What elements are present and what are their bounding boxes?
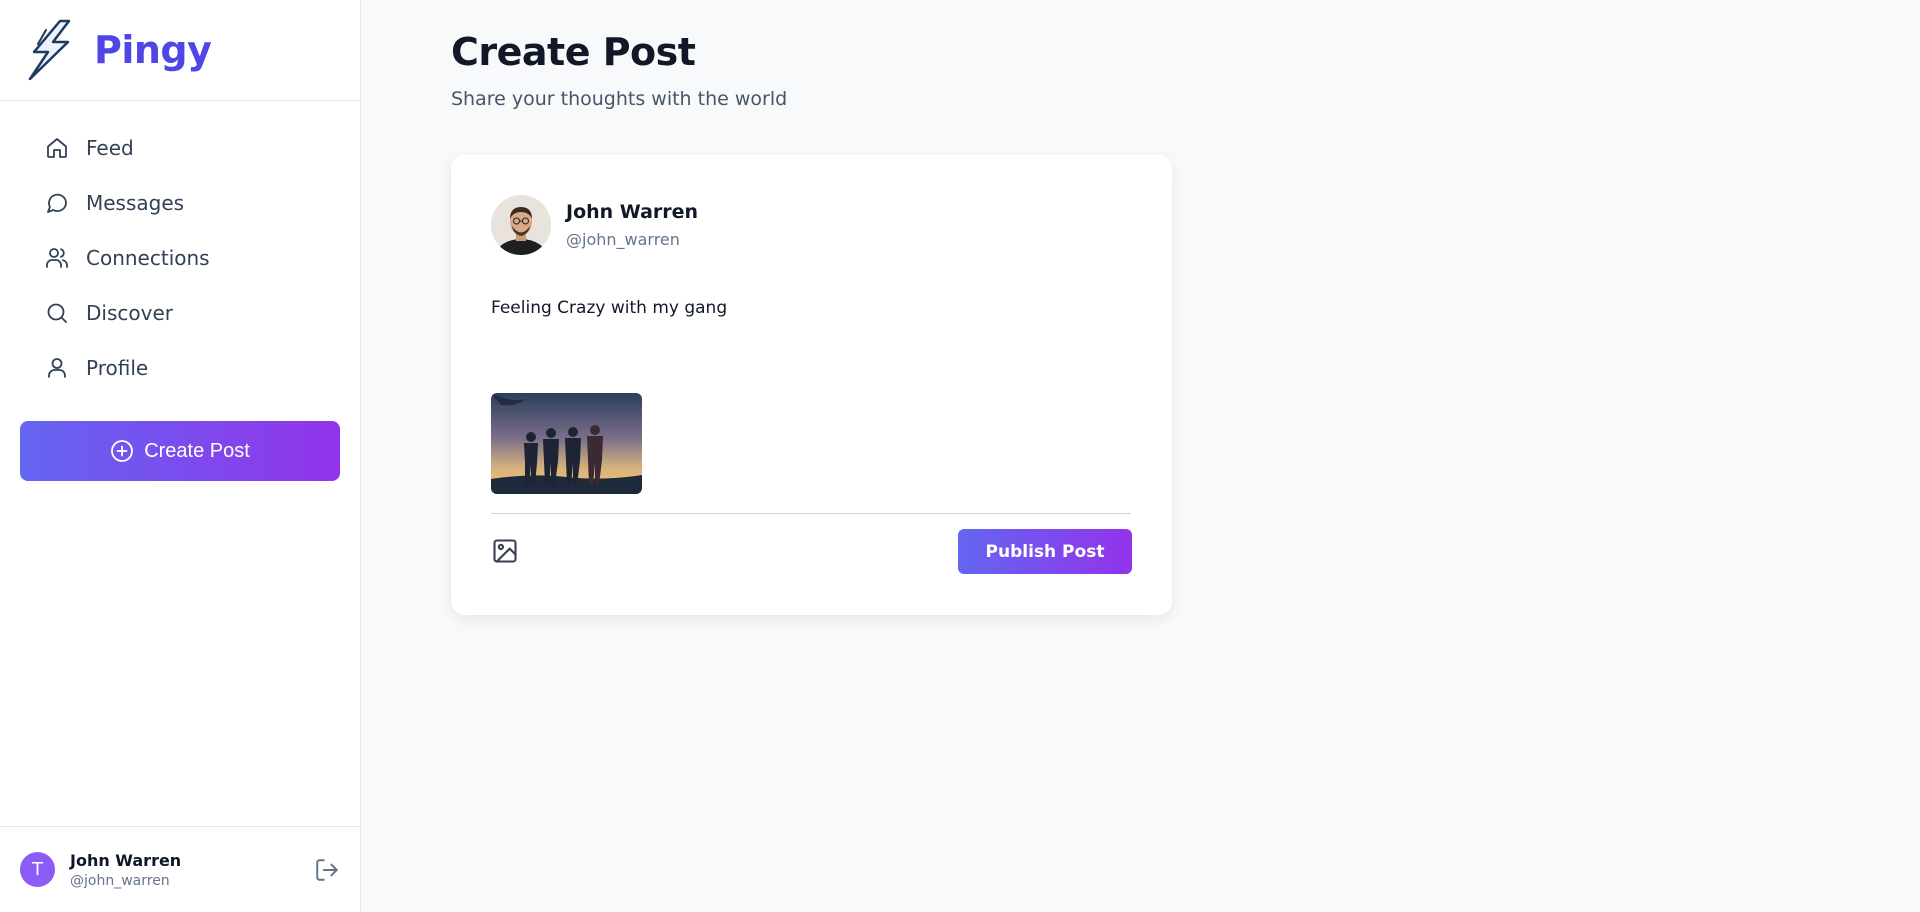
sidebar-item-label: Discover xyxy=(86,300,173,325)
divider xyxy=(491,513,1131,514)
post-image-preview[interactable] xyxy=(491,393,642,494)
group-silhouette-photo xyxy=(491,393,642,494)
main-content: Create Post Share your thoughts with the… xyxy=(361,0,1920,912)
sidebar: Pingy Feed Messages Connections Discover… xyxy=(0,0,361,912)
sidebar-item-label: Feed xyxy=(86,135,134,160)
sidebar-item-profile[interactable]: Profile xyxy=(0,340,360,395)
sidebar-nav: Feed Messages Connections Discover Profi… xyxy=(0,101,360,395)
author-name: John Warren xyxy=(566,201,699,223)
sidebar-item-messages[interactable]: Messages xyxy=(0,175,360,230)
user-info: John Warren @john_warren xyxy=(70,851,181,889)
create-post-button[interactable]: Create Post xyxy=(20,421,340,481)
search-icon xyxy=(44,300,70,326)
publish-post-button[interactable]: Publish Post xyxy=(958,529,1132,574)
brand[interactable]: Pingy xyxy=(0,0,360,101)
app-root: Pingy Feed Messages Connections Discover… xyxy=(0,0,1920,912)
page-title: Create Post xyxy=(451,30,696,74)
sidebar-item-label: Profile xyxy=(86,355,149,380)
user-icon xyxy=(44,355,70,381)
lightning-bolt-icon xyxy=(28,19,71,81)
sidebar-item-discover[interactable]: Discover xyxy=(0,285,360,340)
image-icon[interactable] xyxy=(491,537,519,565)
plus-circle-icon xyxy=(111,440,134,462)
author-avatar[interactable] xyxy=(491,195,551,255)
author-photo xyxy=(491,195,551,255)
post-text-input[interactable]: Feeling Crazy with my gang xyxy=(491,298,1131,388)
user-name: John Warren xyxy=(70,850,182,870)
avatar[interactable]: T xyxy=(20,852,55,887)
page-subtitle: Share your thoughts with the world xyxy=(451,88,788,110)
users-icon xyxy=(44,245,70,271)
sidebar-item-connections[interactable]: Connections xyxy=(0,230,360,285)
current-user: T John Warren @john_warren xyxy=(0,826,360,912)
brand-name: Pingy xyxy=(94,28,212,72)
message-circle-icon xyxy=(44,190,70,216)
sidebar-item-label: Connections xyxy=(86,245,210,270)
home-icon xyxy=(44,135,70,161)
author-handle: @john_warren xyxy=(566,230,680,249)
logout-icon[interactable] xyxy=(314,857,340,883)
sidebar-item-feed[interactable]: Feed xyxy=(0,120,360,175)
create-post-card: John Warren @john_warren Feeling Crazy w… xyxy=(451,155,1172,615)
user-handle: @john_warren xyxy=(70,872,170,889)
create-post-label: Create Post xyxy=(144,439,250,462)
sidebar-item-label: Messages xyxy=(86,190,185,215)
